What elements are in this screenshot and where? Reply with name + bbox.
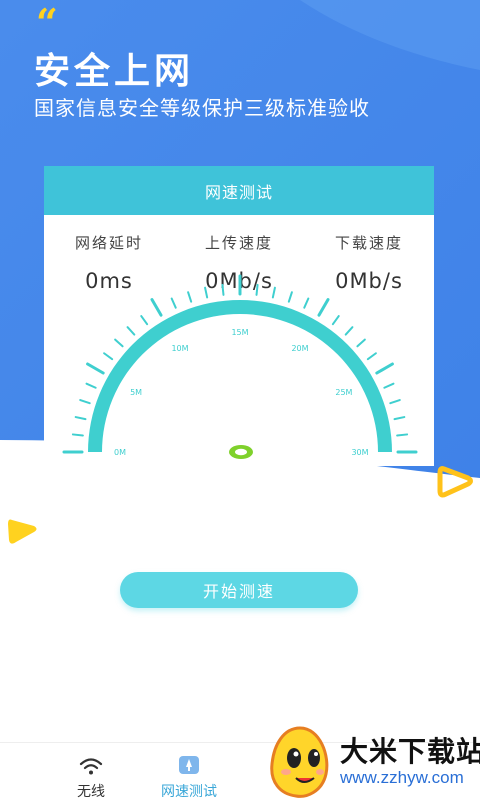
card-header: 网速测试 <box>44 166 434 215</box>
nav-item-speed-test[interactable]: 网速测试 <box>134 747 244 800</box>
quote-icon: “ <box>36 0 58 45</box>
upload-label: 上传速度 <box>204 234 273 252</box>
hero-title: 安全上网 <box>34 51 195 92</box>
watermark-url: www.zzhyw.com <box>340 768 464 787</box>
watermark: 大米下载站 www.zzhyw.com <box>262 724 480 800</box>
latency-value: 0ms <box>85 269 133 293</box>
latency-label: 网络延时 <box>74 234 143 252</box>
decor-triangle-icon <box>8 519 37 544</box>
nav-label-speed-test: 网速测试 <box>161 784 217 800</box>
mascot-logo-icon <box>270 726 329 798</box>
decor-play-icon <box>437 466 473 498</box>
start-test-button[interactable]: 开始测速 <box>120 572 358 608</box>
nav-item-wireless[interactable]: 无线 <box>36 747 146 800</box>
download-value: 0Mb/s <box>335 269 403 293</box>
latency-stat: 网络延时 0ms <box>44 232 174 293</box>
hero-subtitle: 国家信息安全等级保护三级标准验收 <box>34 96 370 120</box>
card-header-title: 网速测试 <box>204 182 273 202</box>
upload-value: 0Mb/s <box>205 269 273 293</box>
wifi-icon <box>79 758 103 775</box>
nav-label-wireless: 无线 <box>77 784 105 800</box>
upload-stat: 上传速度 0Mb/s <box>174 232 304 293</box>
stats-row: 网络延时 0ms 上传速度 0Mb/s 下载速度 0Mb/s <box>44 232 434 302</box>
download-label: 下载速度 <box>334 234 403 252</box>
watermark-title: 大米下载站 <box>340 735 480 768</box>
speed-test-card: 网速测试 网络延时 0ms 上传速度 0Mb/s 下载速度 0Mb/s <box>44 166 434 466</box>
download-stat: 下载速度 0Mb/s <box>304 232 434 293</box>
speed-test-icon <box>179 756 199 774</box>
